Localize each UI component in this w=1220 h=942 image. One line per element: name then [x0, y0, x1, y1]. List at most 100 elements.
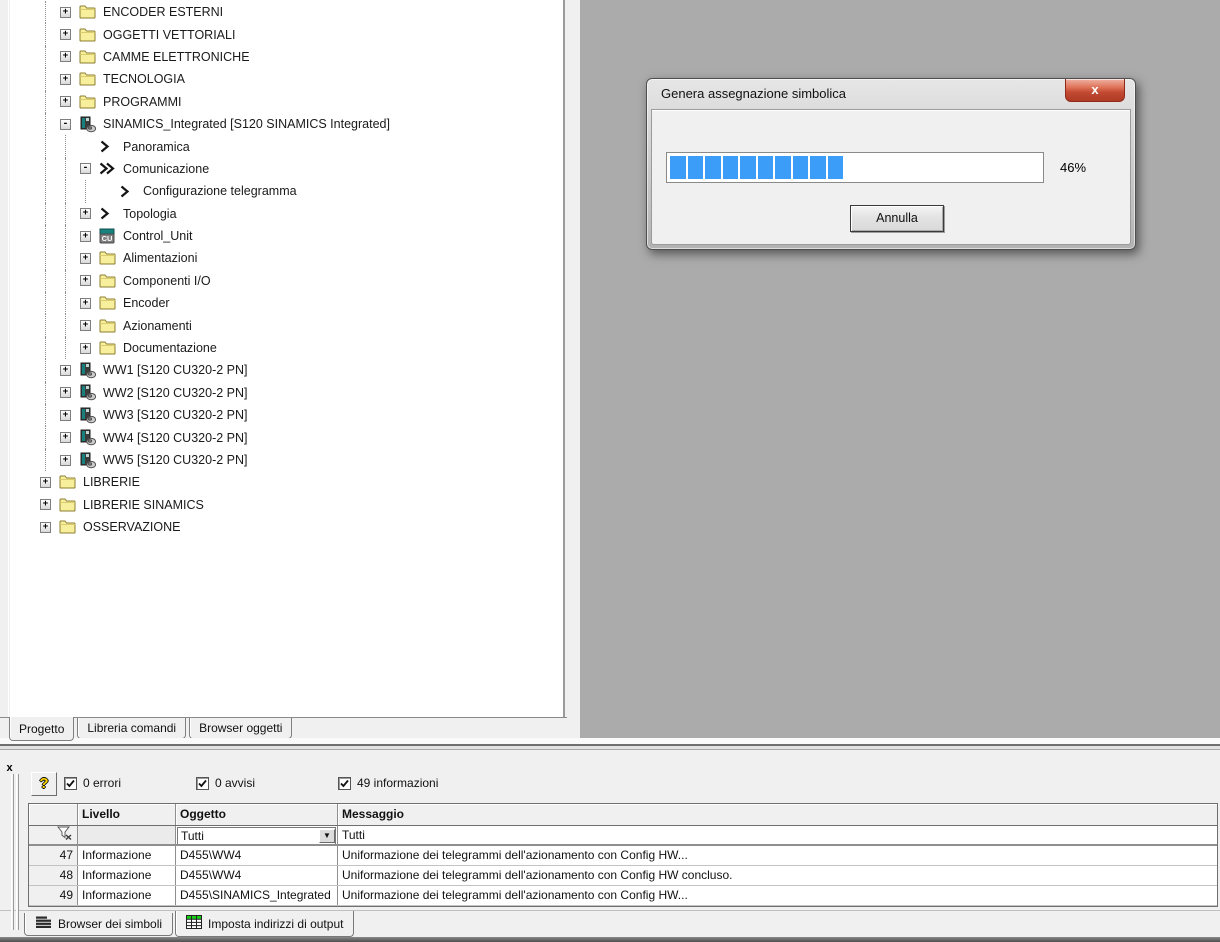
tree-item[interactable]: + WW1 [S120 CU320-2 PN]	[10, 359, 563, 382]
tree-item[interactable]: + WW4 [S120 CU320-2 PN]	[10, 426, 563, 449]
chevron-down-icon[interactable]: ▼	[319, 829, 335, 843]
tree-item[interactable]: + CAMME ELETTRONICHE	[10, 45, 563, 69]
tree-item[interactable]: + Azionamenti	[10, 314, 563, 337]
filter-toggle[interactable]: 49 informazioni	[338, 776, 438, 790]
tree-item[interactable]: + LIBRERIE SINAMICS	[10, 494, 563, 516]
expand-toggle-icon[interactable]: +	[80, 320, 91, 332]
tree-item[interactable]: + Alimentazioni	[10, 247, 563, 270]
tab-browser-oggetti[interactable]: Browser oggetti	[189, 718, 293, 739]
progress-bar	[666, 152, 1044, 183]
device-icon	[79, 384, 98, 401]
tree-item[interactable]: Panoramica	[10, 135, 563, 158]
expand-toggle-icon[interactable]: +	[60, 387, 71, 399]
navigator-left-edge	[0, 0, 9, 717]
filter-label: 0 avvisi	[215, 776, 256, 790]
tree-item-label: Comunicazione	[123, 161, 210, 176]
progress-block	[687, 156, 703, 179]
table-row[interactable]: 49 Informazione D455\SINAMICS_Integrated Un…	[29, 886, 1217, 906]
tree-item[interactable]: + OSSERVAZIONE	[10, 516, 563, 538]
progress-block	[827, 156, 843, 179]
filter-toggle[interactable]: 0 errori	[64, 776, 196, 790]
expand-toggle-icon[interactable]: +	[60, 73, 71, 85]
expand-toggle-icon[interactable]: +	[60, 96, 71, 108]
tree-guide	[45, 224, 65, 248]
expand-toggle-icon[interactable]: +	[80, 252, 91, 264]
expand-toggle-icon[interactable]: +	[60, 409, 71, 421]
folder-icon	[59, 497, 78, 513]
tab-libreria-comandi[interactable]: Libreria comandi	[77, 718, 187, 739]
progress-block	[757, 156, 773, 179]
expand-toggle-icon[interactable]: +	[80, 275, 91, 287]
device-icon	[79, 116, 98, 132]
tree-item[interactable]: + PROGRAMMI	[10, 90, 563, 113]
checkbox-checked-icon[interactable]	[338, 776, 351, 790]
tab-label: Imposta indirizzi di output	[208, 916, 344, 931]
cancel-button[interactable]: Annulla	[850, 205, 944, 232]
expand-toggle-icon[interactable]: +	[60, 364, 71, 376]
close-icon[interactable]: x	[1065, 79, 1125, 102]
folder-icon	[99, 340, 118, 356]
row-number-cell: 49	[29, 886, 78, 905]
filter-funnel-cell[interactable]	[29, 826, 78, 844]
table-row[interactable]: 47 Informazione D455\WW4 Uniformazione dei …	[29, 846, 1217, 866]
expand-toggle-icon[interactable]: +	[80, 342, 91, 354]
checkbox-checked-icon[interactable]	[64, 776, 77, 790]
filter-label: 49 informazioni	[357, 776, 439, 790]
tree-item[interactable]: + TECNOLOGIA	[10, 68, 563, 91]
tree-guide	[45, 180, 65, 203]
tree-item-label: SINAMICS_Integrated [S120 SINAMICS Integ…	[103, 117, 390, 132]
panel-drag-grip[interactable]	[11, 774, 21, 930]
progress-dialog: Genera assegnazione simbolica x 46% Annu…	[646, 78, 1136, 250]
tree-item[interactable]: + Topologia	[10, 202, 563, 225]
expand-toggle-icon[interactable]: +	[60, 51, 71, 63]
filter-toggle[interactable]: 0 avvisi	[196, 776, 338, 790]
tree-item[interactable]: + Componenti I/O	[10, 269, 563, 293]
help-button[interactable]: ?	[31, 772, 57, 796]
filter-livello-cell[interactable]	[78, 826, 176, 844]
tree-item[interactable]: + WW5 [S120 CU320-2 PN]	[10, 448, 563, 472]
table-row[interactable]: 48 Informazione D455\WW4 Uniformazione dei …	[29, 866, 1217, 886]
tree-item[interactable]: + LIBRERIE	[10, 471, 563, 493]
expand-toggle-icon[interactable]: +	[40, 476, 51, 488]
tree-item[interactable]: - Comunicazione	[10, 157, 563, 181]
tree-item[interactable]: + OGGETTI VETTORIALI	[10, 23, 563, 46]
oggetto-filter-combobox[interactable]: Tutti ▼	[177, 827, 336, 844]
expand-toggle-icon[interactable]: +	[80, 208, 91, 220]
tree-item[interactable]: + ENCODER ESTERNI	[10, 1, 563, 24]
tree-item[interactable]: + WW3 [S120 CU320-2 PN]	[10, 404, 563, 427]
tree-item[interactable]: + Documentazione	[10, 336, 563, 360]
expand-toggle-icon[interactable]: +	[60, 29, 71, 41]
expand-toggle-icon[interactable]: +	[60, 432, 71, 444]
dialog-title: Genera assegnazione simbolica	[661, 86, 846, 101]
chevron-icon	[119, 183, 138, 199]
tab-imposta-indirizzi-di-output[interactable]: Imposta indirizzi di output	[175, 911, 355, 937]
expand-toggle-icon[interactable]: -	[60, 118, 71, 130]
column-header: Livello	[78, 804, 176, 825]
message-filters: 0 errori 0 avvisi 49 informazioni	[64, 776, 438, 790]
expand-toggle-icon[interactable]: +	[60, 454, 71, 466]
tree-item[interactable]: Configurazione telegramma	[10, 180, 563, 203]
tree-item[interactable]: + Encoder	[10, 292, 563, 315]
horizontal-splitter[interactable]	[0, 738, 1220, 762]
vertical-splitter[interactable]	[567, 0, 580, 742]
tree-guide	[45, 157, 65, 181]
expand-toggle-icon[interactable]: -	[80, 163, 91, 175]
filter-messaggio-cell[interactable]: Tutti	[338, 826, 1217, 844]
tree-item[interactable]: + CU Control_Unit	[10, 224, 563, 248]
tree-item-label: WW5 [S120 CU320-2 PN]	[103, 453, 248, 467]
tab-progetto[interactable]: Progetto	[9, 717, 75, 741]
tab-browser-dei-simboli[interactable]: Browser dei simboli	[24, 913, 174, 936]
checkbox-checked-icon[interactable]	[196, 776, 209, 790]
expand-toggle-icon[interactable]: +	[40, 499, 51, 511]
expand-toggle-icon[interactable]: +	[80, 230, 91, 242]
tree-item[interactable]: - SINAMICS_Integrated [S120 SINAMICS Inte…	[10, 112, 563, 136]
folder-icon	[79, 27, 98, 43]
expand-toggle-icon[interactable]: +	[40, 521, 51, 533]
window-bottom-edge	[0, 937, 1220, 942]
top-region: + ENCODER ESTERNI + OGGETTI VETTORIALI + CAMM…	[0, 0, 1220, 742]
progress-block	[775, 156, 791, 179]
progress-block	[670, 156, 686, 179]
expand-toggle-icon[interactable]: +	[60, 6, 71, 18]
tree-item[interactable]: + WW2 [S120 CU320-2 PN]	[10, 381, 563, 405]
expand-toggle-icon[interactable]: +	[80, 297, 91, 309]
